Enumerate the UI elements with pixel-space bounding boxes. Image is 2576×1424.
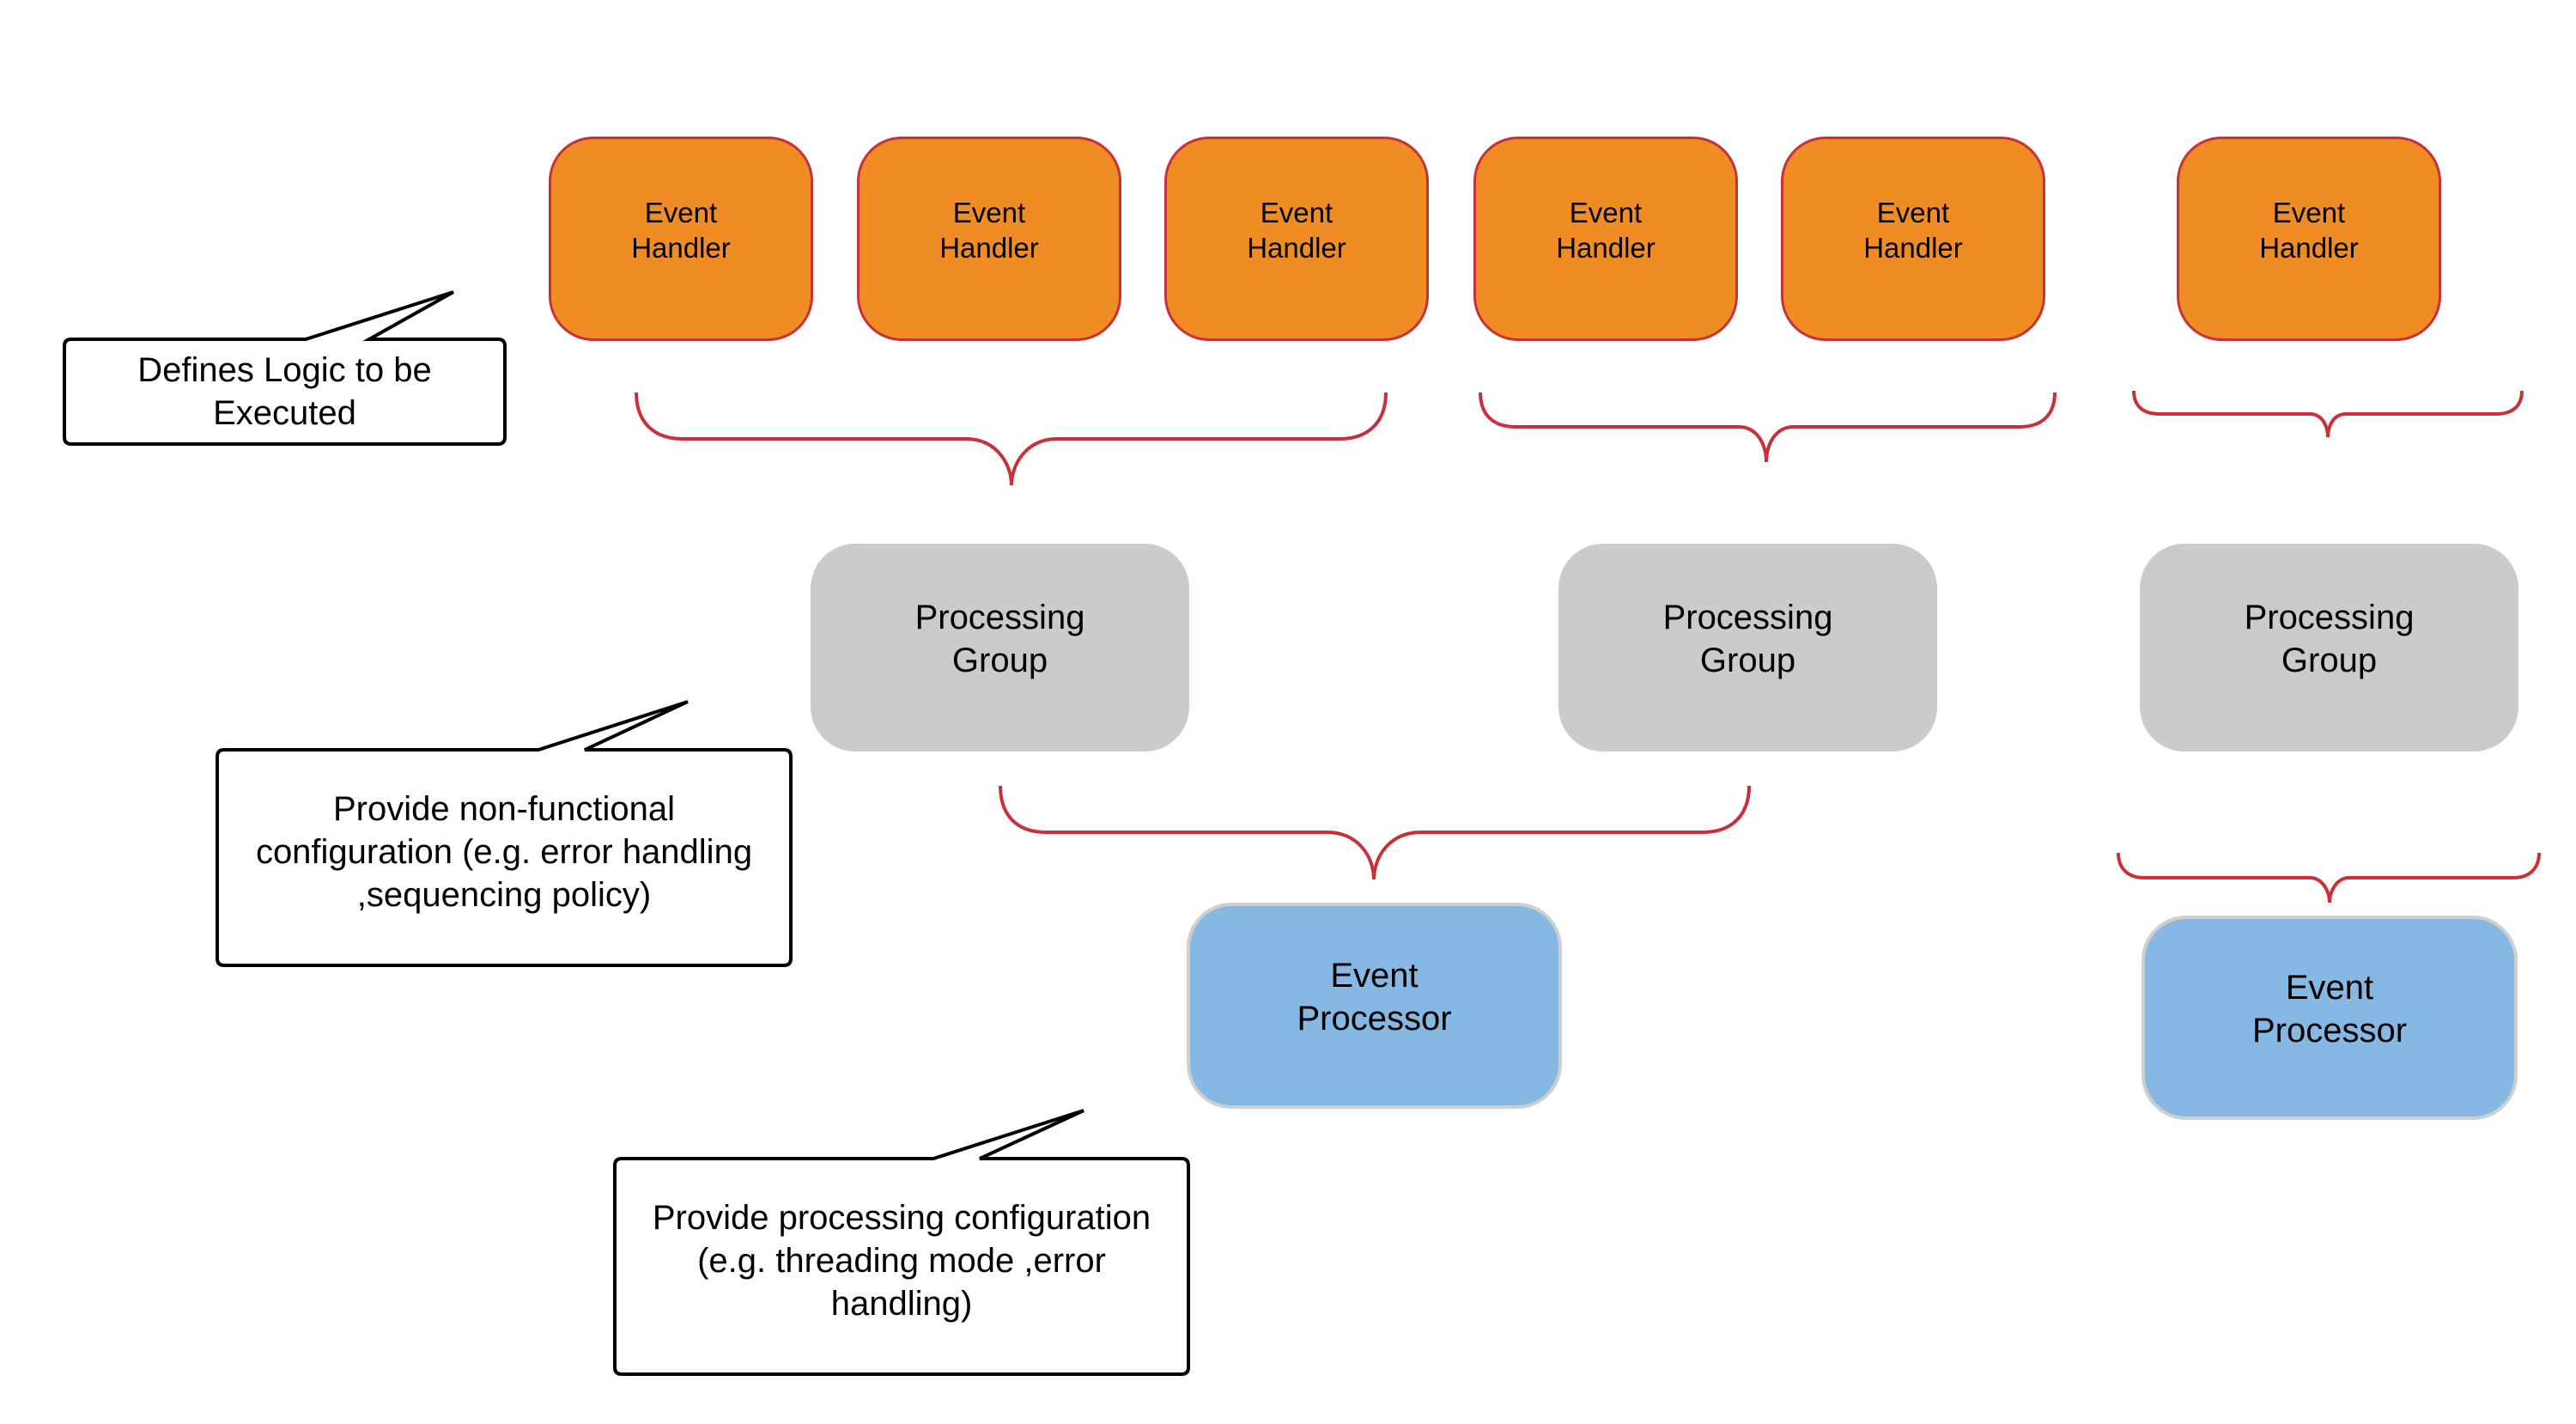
processing-group-label: Processing Group bbox=[2244, 599, 2415, 679]
callout-handlers-text: Defines Logic to be Executed bbox=[137, 351, 432, 432]
brace-handlers-to-group-2 bbox=[1479, 392, 2057, 463]
event-processor-2: Event Processor bbox=[2142, 916, 2518, 1120]
event-handler-2: Event Handler bbox=[857, 137, 1121, 341]
brace-groups-to-processor-1 bbox=[999, 785, 1751, 880]
event-processor-1: Event Processor bbox=[1187, 903, 1562, 1109]
processing-group-1: Processing Group bbox=[811, 544, 1189, 752]
event-handler-label: Event Handler bbox=[1556, 197, 1656, 264]
event-handler-1: Event Handler bbox=[549, 137, 813, 341]
callout-groups-text: Provide non-functional configuration (e.… bbox=[255, 789, 753, 914]
processing-group-label: Processing Group bbox=[914, 599, 1085, 679]
brace-handlers-to-group-1 bbox=[635, 392, 1388, 486]
event-handler-4: Event Handler bbox=[1473, 137, 1738, 341]
event-processor-label: Event Processor bbox=[2251, 969, 2408, 1050]
brace-group-to-processor-2 bbox=[2117, 852, 2541, 904]
processing-group-2: Processing Group bbox=[1558, 544, 1937, 752]
callout-processors-text: Provide processing configuration (e.g. t… bbox=[652, 1198, 1151, 1323]
event-handler-label: Event Handler bbox=[1247, 197, 1346, 264]
processing-group-3: Processing Group bbox=[2140, 544, 2518, 752]
event-handler-label: Event Handler bbox=[2259, 197, 2359, 264]
event-handler-6: Event Handler bbox=[2177, 137, 2441, 341]
processing-group-label: Processing Group bbox=[1662, 599, 1833, 679]
brace-handler-to-group-3 bbox=[2132, 390, 2524, 438]
event-processor-label: Event Processor bbox=[1297, 957, 1452, 1038]
event-handler-label: Event Handler bbox=[939, 197, 1039, 264]
event-handler-label: Event Handler bbox=[631, 197, 731, 264]
event-handler-5: Event Handler bbox=[1781, 137, 2045, 341]
event-handler-label: Event Handler bbox=[1863, 197, 1963, 264]
event-handler-3: Event Handler bbox=[1164, 137, 1429, 341]
